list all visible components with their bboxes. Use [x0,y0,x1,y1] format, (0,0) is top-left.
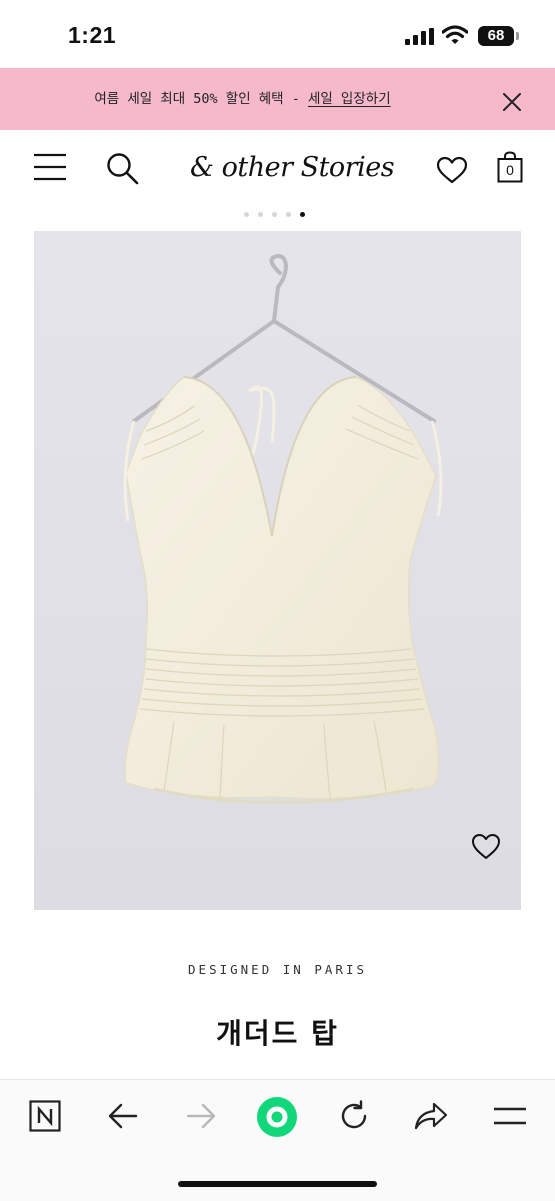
product-photo [123,254,443,804]
status-time: 1:21 [68,22,117,48]
naver-icon[interactable] [29,1100,61,1132]
carousel-dot[interactable] [258,212,263,217]
carousel-dot[interactable] [272,212,277,217]
status-bar: 1:21 68 [0,0,555,68]
promo-banner: 여름 세일 최대 50% 할인 혜택 - 세일 입장하기 [0,68,555,130]
carousel-dot[interactable] [286,212,291,217]
carousel-dot-active[interactable] [300,212,305,217]
bag-count: 0 [506,162,514,178]
green-dot-icon[interactable] [256,1096,298,1138]
product-title: 개더드 탑 [216,1017,339,1050]
promo-message: 여름 세일 최대 50% 할인 혜택 - [94,91,308,107]
reload-icon[interactable] [338,1100,370,1132]
share-icon[interactable] [414,1101,448,1131]
close-icon[interactable] [500,90,524,114]
designed-in-label: DESIGNED IN PARIS [188,962,367,977]
wifi-icon [442,25,468,44]
search-icon[interactable] [106,152,140,186]
hamburger-menu-icon[interactable] [33,153,67,181]
battery-indicator: 68 [478,26,514,46]
carousel-dots [244,212,305,217]
carousel-dot[interactable] [244,212,249,217]
promo-text: 여름 세일 최대 50% 할인 혜택 - 세일 입장하기 [0,87,485,107]
forward-arrow-icon[interactable] [186,1103,216,1129]
brand-logo[interactable]: & other Stories [190,152,395,183]
promo-sale-link[interactable]: 세일 입장하기 [308,91,391,107]
cellular-signal-icon [405,28,434,45]
browser-menu-icon[interactable] [493,1106,527,1126]
heart-icon[interactable] [436,156,468,184]
battery-tip [516,32,519,40]
home-indicator [178,1181,377,1187]
product-image[interactable] [34,231,521,910]
back-arrow-icon[interactable] [108,1103,138,1129]
heart-icon[interactable] [471,833,501,860]
